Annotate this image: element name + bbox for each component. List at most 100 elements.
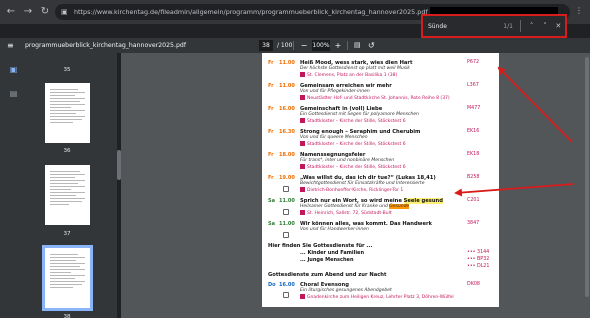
- thumbnail-content: [50, 254, 85, 290]
- rotate-icon[interactable]: ↺: [368, 40, 375, 51]
- page-total: / 100: [277, 42, 293, 49]
- event-day: Fr: [268, 60, 274, 66]
- section-heading: Gottesdienste zum Abend und zur Nacht: [268, 272, 387, 278]
- location-icon: [300, 164, 305, 169]
- extensions-icon[interactable]: ⋮: [574, 6, 584, 16]
- pdf-filename: programmueberblick_kirchentag_hannover20…: [25, 42, 186, 49]
- event-day: Fr: [268, 175, 274, 181]
- close-icon[interactable]: ✕: [552, 19, 565, 33]
- event-day: Sa: [268, 198, 275, 204]
- find-input[interactable]: [428, 22, 490, 30]
- checkbox-icon[interactable]: [283, 292, 289, 298]
- event-code: L367: [467, 83, 479, 88]
- thumbnail-content: [50, 171, 85, 207]
- section-item-code: ••• DL21: [467, 264, 490, 269]
- thumbnail-label: 38: [63, 314, 71, 318]
- viewer-scrollbar[interactable]: [585, 57, 589, 297]
- location-icon: [300, 187, 305, 192]
- menu-icon[interactable]: ≡: [7, 38, 21, 53]
- event-subtitle-text: Heilsamer Gottesdienst für Kranke und: [300, 204, 390, 209]
- event-time: 16.00: [279, 282, 295, 288]
- thumbnail-panel: 35 36 37 38: [26, 53, 117, 318]
- outline-icon[interactable]: ▤: [9, 89, 18, 98]
- event-day: Do: [268, 282, 276, 288]
- checkbox-icon[interactable]: [283, 232, 289, 238]
- event-code: C201: [467, 198, 480, 203]
- location-icon: [300, 210, 305, 215]
- page-number-input[interactable]: 38: [259, 40, 273, 51]
- event-location: St. Heinrich, Sallstr. 72, Südstadt-Bult: [300, 210, 465, 216]
- thumbnail-page[interactable]: [45, 83, 90, 143]
- event-subtitle: Ein liturgisches gesungenes Abendgebet: [300, 288, 392, 293]
- event-subtitle: Der höchste Gottesdienst op platt mit we…: [300, 66, 410, 71]
- toolbar-divider: [347, 41, 348, 50]
- chevron-up-icon[interactable]: ˄: [525, 19, 538, 33]
- event-day: Fr: [268, 152, 274, 158]
- event-location-text: Stadtkloster – Kirche der Stille, Stöcks…: [307, 142, 406, 147]
- event-time: 11.00: [279, 83, 295, 89]
- forward-icon[interactable]: →: [21, 5, 35, 19]
- back-icon[interactable]: ←: [4, 5, 18, 19]
- thumbnail-label: 36: [63, 148, 71, 154]
- pdf-toolbar: ≡ programmueberblick_kirchentag_hannover…: [0, 38, 590, 53]
- event-subtitle: Von und für queere Menschen: [300, 135, 368, 140]
- event-day: Fr: [268, 83, 274, 89]
- zoom-input[interactable]: 100%: [312, 40, 330, 51]
- event-location: Stadtkloster – Kirche der Stille, Stöcks…: [300, 118, 465, 124]
- thumbnail-content: [50, 89, 85, 125]
- chevron-down-icon[interactable]: ˅: [538, 19, 551, 33]
- event-code: EK18: [467, 152, 480, 157]
- event-time: 11.00: [279, 198, 295, 204]
- event-time: 16.30: [279, 129, 295, 135]
- event-location-text: St. Heinrich, Sallstr. 72, Südstadt-Bult: [307, 211, 392, 216]
- fit-page-icon[interactable]: ▤: [354, 40, 361, 51]
- lock-icon: ▣: [61, 8, 68, 16]
- event-day: Fr: [268, 106, 274, 112]
- find-bar: 1/1 ˄ ˅ ✕: [421, 14, 567, 38]
- thumbnail-label: 37: [63, 231, 71, 237]
- event-location: Gnadenkirche zum Heiligen Kreuz, Lehrter…: [300, 294, 465, 300]
- event-code: M477: [467, 106, 481, 111]
- thumbnail-page-selected[interactable]: [42, 245, 93, 311]
- event-location: Dietrich-Bonhoeffer-Kirche, Ricklinger-T…: [300, 187, 465, 193]
- location-icon: [300, 72, 305, 77]
- checkbox-icon[interactable]: [283, 186, 289, 192]
- checkbox-icon[interactable]: [283, 209, 289, 215]
- event-time: 18.00: [279, 152, 295, 158]
- event-code: P672: [467, 60, 480, 65]
- location-icon: [300, 294, 305, 299]
- location-icon: [300, 141, 305, 146]
- find-divider: [519, 20, 521, 32]
- event-location: Neustädter Hof- und Stadtkirche St. Joha…: [300, 95, 465, 101]
- event-location-text: Neustädter Hof- und Stadtkirche St. Joha…: [307, 96, 450, 101]
- event-subtitle: Von und für Pflegekinder-innen: [300, 89, 370, 94]
- browser-window: ← → ↻ ▣ https://www.kirchentag.de/filead…: [0, 0, 590, 318]
- url-text: https://www.kirchentag.de/fileadmin/allg…: [74, 8, 428, 16]
- toolbar-divider: [293, 41, 294, 50]
- event-location-text: Gnadenkirche zum Heiligen Kreuz, Lehrter…: [307, 295, 454, 300]
- thumbnail-label: 35: [63, 67, 71, 73]
- reload-icon[interactable]: ↻: [38, 5, 52, 19]
- event-time: 19.00: [279, 175, 295, 181]
- event-location-text: St. Clemens, Platz an der Basilika 1 (38…: [307, 73, 398, 78]
- event-code: EK16: [467, 129, 480, 134]
- event-location-text: Stadtkloster – Kirche der Stille, Stöcks…: [307, 119, 406, 124]
- event-subtitle: Von und für Handwerker-innen: [300, 227, 369, 232]
- thumbnails-icon[interactable]: ▣: [9, 65, 18, 74]
- section-item: ... Junge Menschen: [300, 257, 354, 263]
- location-icon: [300, 118, 305, 123]
- section-item: ... Kinder und Familien: [300, 250, 365, 256]
- event-day: Fr: [268, 129, 274, 135]
- event-subtitle: Bewichtgottesdienst für Einsatzkräfte un…: [300, 181, 425, 186]
- event-day: Sa: [268, 221, 275, 227]
- zoom-out-button[interactable]: −: [299, 39, 309, 52]
- find-match-count: 1/1: [503, 22, 513, 30]
- event-code: DK08: [467, 282, 480, 287]
- event-time: 11.00: [279, 60, 295, 66]
- thumbnail-page[interactable]: [45, 165, 90, 225]
- event-location-text: Dietrich-Bonhoeffer-Kirche, Ricklinger-T…: [307, 188, 404, 193]
- zoom-in-button[interactable]: +: [333, 39, 343, 52]
- section-item-code: ••• 3144: [467, 250, 490, 255]
- pdf-viewer: Fr 11.00 Heiß Mood, wess stark, wies die…: [121, 53, 590, 318]
- location-icon: [300, 95, 305, 100]
